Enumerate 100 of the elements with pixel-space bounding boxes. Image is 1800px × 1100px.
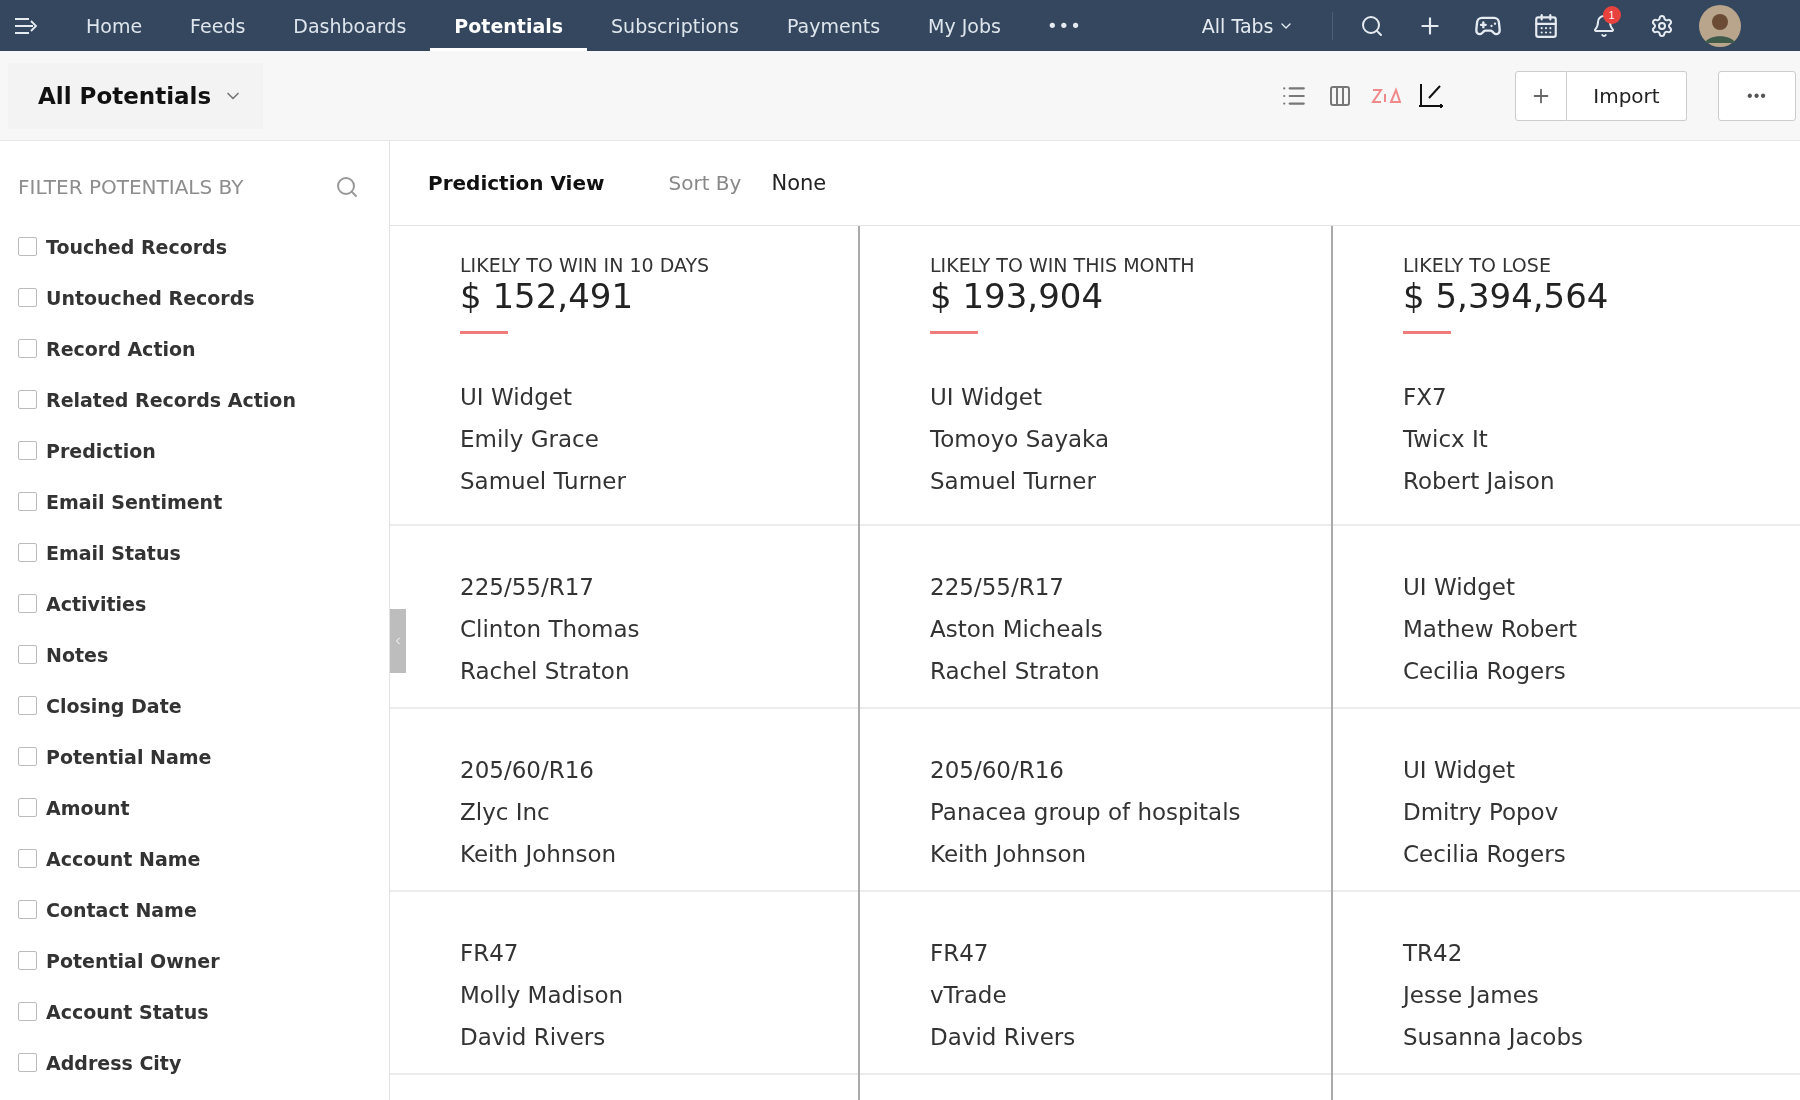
record-line: Keith Johnson	[930, 840, 1088, 869]
record-line: Molly Madison	[460, 981, 625, 1010]
record-line: Robert Jaison	[1403, 467, 1556, 496]
filter-label[interactable]: Email Status	[46, 541, 181, 564]
record-line: FR47	[460, 939, 520, 968]
record-card[interactable]: 205/60/R16 Zlyc Inc Keith Johnson	[390, 709, 858, 892]
checkbox[interactable]	[18, 441, 37, 460]
record-line: Dmitry Popov	[1403, 798, 1560, 827]
nav-tab[interactable]: My Jobs	[904, 0, 1025, 51]
record-line: David Rivers	[930, 1023, 1077, 1052]
record-card[interactable]: UI Widget Dmitry Popov Cecilia Rogers	[1333, 709, 1800, 892]
checkbox[interactable]	[18, 1002, 37, 1021]
all-tabs-dropdown[interactable]: All Tabs	[1193, 14, 1302, 37]
record-line: Keith Johnson	[460, 840, 618, 869]
nav-tab[interactable]: Home	[62, 0, 167, 51]
record-line: UI Widget	[930, 383, 1043, 412]
filter-label[interactable]: Touched Records	[46, 235, 228, 258]
record-line: UI Widget	[1403, 573, 1516, 602]
checkbox[interactable]	[18, 696, 37, 715]
avatar-icon[interactable]	[1698, 4, 1741, 47]
filter-label[interactable]: Potential Owner	[46, 949, 220, 972]
checkbox[interactable]	[18, 849, 37, 868]
record-line: Clinton Thomas	[460, 615, 641, 644]
column-heading: LIKELY TO LOSE	[1403, 254, 1552, 276]
collapse-handle[interactable]	[390, 609, 406, 673]
checkbox[interactable]	[18, 645, 37, 664]
record-line: Panacea group of hospitals	[930, 798, 1242, 827]
column-heading: LIKELY TO WIN THIS MONTH	[930, 254, 1196, 276]
filter-label[interactable]: Email Sentiment	[46, 490, 223, 513]
checkbox[interactable]	[18, 747, 37, 766]
bell-icon	[1591, 13, 1616, 38]
filter-label[interactable]: Contact Name	[46, 898, 197, 921]
record-line: TR42	[1403, 939, 1464, 968]
filter-label[interactable]: Account Status	[46, 1000, 209, 1023]
record-card[interactable]: FR47 Molly Madison David Rivers	[390, 892, 858, 1075]
filter-label[interactable]: Potential Name	[46, 745, 212, 768]
checkbox[interactable]	[18, 900, 37, 919]
notifications-button[interactable]: 1	[1574, 0, 1633, 51]
record-line: FX7	[1403, 383, 1448, 412]
checkbox[interactable]	[18, 237, 37, 256]
sort-value[interactable]: None	[771, 171, 827, 195]
filter-label[interactable]: Related Records Action	[46, 388, 296, 411]
record-line: Rachel Straton	[460, 657, 631, 686]
filter-label[interactable]: Amount	[46, 796, 130, 819]
record-card[interactable]: TR42 Jesse James Susanna Jacobs	[1333, 892, 1800, 1075]
record-line: Jesse James	[1403, 981, 1540, 1010]
record-card[interactable]: UI Widget Mathew Robert Cecilia Rogers	[1333, 526, 1800, 709]
filter-label[interactable]: Record Action	[46, 337, 196, 360]
record-line: Zlyc Inc	[460, 798, 551, 827]
zigzag-icon[interactable]	[1371, 85, 1401, 106]
nav-tab[interactable]: Subscriptions	[587, 0, 763, 51]
filter-label[interactable]: Prediction	[46, 439, 156, 462]
record-card[interactable]: LIKELY TO LOSE $ 5,394,564 FX7 Twicx It Robert Jaison	[1333, 226, 1800, 526]
record-line: Twicx It	[1403, 425, 1489, 454]
record-line: Samuel Turner	[930, 467, 1097, 496]
column-heading: LIKELY TO WIN IN 10 DAYS	[460, 254, 711, 276]
checkbox[interactable]	[18, 390, 37, 409]
sort-label: Sort By	[668, 171, 742, 195]
nav-tab[interactable]: Feeds	[166, 0, 270, 51]
record-line: 205/60/R16	[460, 756, 595, 785]
checkbox[interactable]	[18, 288, 37, 307]
more-button[interactable]: •••	[1718, 70, 1796, 121]
nav-tab[interactable]: Dashboards	[269, 0, 431, 51]
checkbox[interactable]	[18, 543, 37, 562]
menu-icon[interactable]	[14, 15, 40, 36]
import-button[interactable]: Import	[1567, 70, 1687, 121]
view-title: Prediction View	[428, 171, 605, 195]
record-card[interactable]: FR47 vTrade David Rivers	[860, 892, 1331, 1075]
record-line: Cecilia Rogers	[1403, 657, 1567, 686]
record-card[interactable]: LIKELY TO WIN THIS MONTH $ 193,904 UI Widget Tomoyo Sayaka Samuel Turner	[860, 226, 1331, 526]
record-line: UI Widget	[1403, 756, 1516, 785]
view-selector[interactable]: All Potentials	[8, 62, 264, 129]
filter-label[interactable]: Notes	[46, 643, 109, 666]
record-line: Samuel Turner	[460, 467, 627, 496]
column-amount: $ 193,904	[930, 276, 1105, 316]
record-line: vTrade	[930, 981, 1008, 1010]
filter-label[interactable]: Address City	[46, 1051, 182, 1074]
checkbox[interactable]	[18, 492, 37, 511]
filter-label[interactable]: Untouched Records	[46, 286, 255, 309]
filter-label[interactable]: Closing Date	[46, 694, 182, 717]
record-line: Emily Grace	[460, 425, 600, 454]
nav-tab[interactable]: Payments	[763, 0, 905, 51]
column-amount: $ 152,491	[460, 276, 635, 316]
record-line: Aston Micheals	[930, 615, 1104, 644]
add-button[interactable]	[1515, 70, 1567, 121]
record-line: Rachel Straton	[930, 657, 1101, 686]
record-line: 205/60/R16	[930, 756, 1065, 785]
checkbox[interactable]	[18, 798, 37, 817]
record-card[interactable]: 225/55/R17 Aston Micheals Rachel Straton	[860, 526, 1331, 709]
filter-label[interactable]: Activities	[46, 592, 147, 615]
record-line: David Rivers	[460, 1023, 607, 1052]
record-card[interactable]: LIKELY TO WIN IN 10 DAYS $ 152,491 UI Widget Emily Grace Samuel Turner	[390, 226, 858, 526]
checkbox[interactable]	[18, 951, 37, 970]
record-card[interactable]: 205/60/R16 Panacea group of hospitals Keith Johnson	[860, 709, 1331, 892]
checkbox[interactable]	[18, 339, 37, 358]
checkbox[interactable]	[18, 594, 37, 613]
checkbox[interactable]	[18, 1053, 37, 1072]
more-tabs-button[interactable]: •••	[1024, 15, 1104, 36]
column-amount: $ 5,394,564	[1403, 276, 1610, 316]
filter-label[interactable]: Account Name	[46, 847, 201, 870]
